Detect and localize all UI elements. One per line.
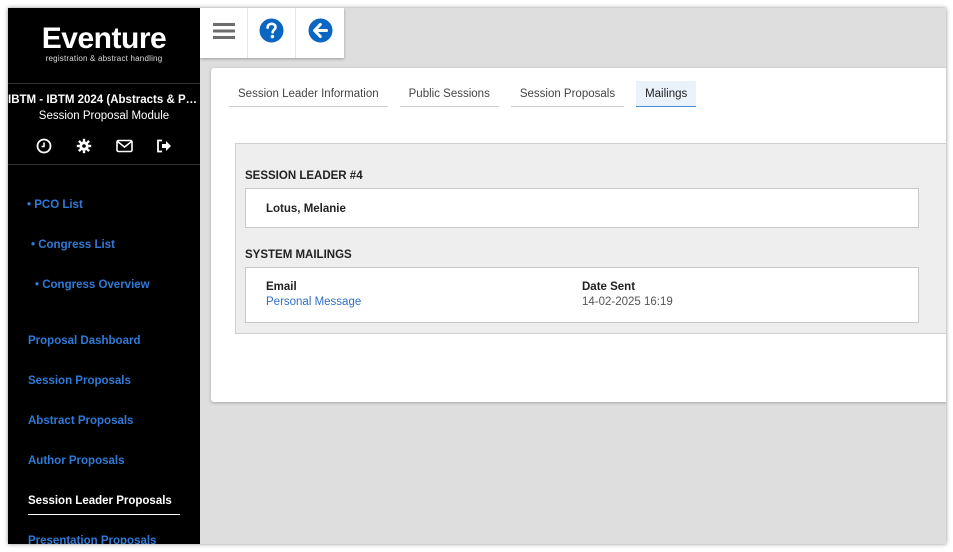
logo[interactable]: Eventure registration & abstract handlin… <box>8 8 200 84</box>
back-icon <box>308 18 333 48</box>
menu-icon <box>212 22 235 45</box>
session-leader-box: Lotus, Melanie <box>245 188 919 228</box>
session-leader-name: Lotus, Melanie <box>266 203 346 215</box>
content-card: Session Leader Information Public Sessio… <box>211 68 946 402</box>
module-title: Session Proposal Module <box>38 110 170 122</box>
logout-icon[interactable] <box>154 136 174 156</box>
breadcrumb-congress-list[interactable]: • Congress List <box>8 225 200 265</box>
tab-session-proposals[interactable]: Session Proposals <box>510 81 625 107</box>
toolbar <box>200 8 344 58</box>
sidebar-item-session-leader-proposals[interactable]: Session Leader Proposals <box>8 481 200 521</box>
help-icon <box>259 18 284 48</box>
tab-mailings[interactable]: Mailings <box>636 81 697 107</box>
sidebar-item-presentation-proposals[interactable]: Presentation Proposals <box>8 521 200 544</box>
gear-icon[interactable] <box>74 136 94 156</box>
menu-button[interactable] <box>200 8 248 58</box>
back-button[interactable] <box>296 8 344 58</box>
project-title: IBTM - IBTM 2024 (Abstracts & Partners) <box>8 94 200 106</box>
app-window: Eventure registration & abstract handlin… <box>8 8 946 544</box>
tab-session-leader-information[interactable]: Session Leader Information <box>229 81 388 107</box>
sidebar-item-abstract-proposals[interactable]: Abstract Proposals <box>8 401 200 441</box>
mail-icon[interactable] <box>114 136 134 156</box>
sidebar-item-author-proposals[interactable]: Author Proposals <box>8 441 200 481</box>
sidebar-icon-bar <box>8 128 200 165</box>
sidebar: Eventure registration & abstract handlin… <box>8 8 200 544</box>
logo-text: Eventure <box>41 22 167 55</box>
help-button[interactable] <box>248 8 296 58</box>
breadcrumb-pco-list[interactable]: • PCO List <box>8 185 200 225</box>
clock-icon[interactable] <box>34 136 54 156</box>
breadcrumb-congress-overview[interactable]: • Congress Overview <box>8 265 200 305</box>
system-mailings-box: Email Date Sent Personal Message 14-02-2… <box>245 267 919 323</box>
logo-subtitle: registration & abstract handling <box>45 54 163 63</box>
session-leader-heading: SESSION LEADER #4 <box>245 170 363 182</box>
date-sent-column-header: Date Sent <box>582 281 636 293</box>
tab-public-sessions[interactable]: Public Sessions <box>399 81 499 107</box>
tab-bar: Session Leader Information Public Sessio… <box>229 81 697 107</box>
email-column-header: Email <box>266 281 297 293</box>
sidebar-item-session-proposals[interactable]: Session Proposals <box>8 361 200 401</box>
mailings-panel: SESSION LEADER #4 Lotus, Melanie SYSTEM … <box>235 143 946 334</box>
mailing-email-link[interactable]: Personal Message <box>266 296 361 308</box>
mailing-date-sent: 14-02-2025 16:19 <box>582 296 673 308</box>
sidebar-nav: • PCO List • Congress List • Congress Ov… <box>8 165 200 544</box>
sidebar-item-proposal-dashboard[interactable]: Proposal Dashboard <box>8 321 200 361</box>
system-mailings-heading: SYSTEM MAILINGS <box>245 249 352 261</box>
